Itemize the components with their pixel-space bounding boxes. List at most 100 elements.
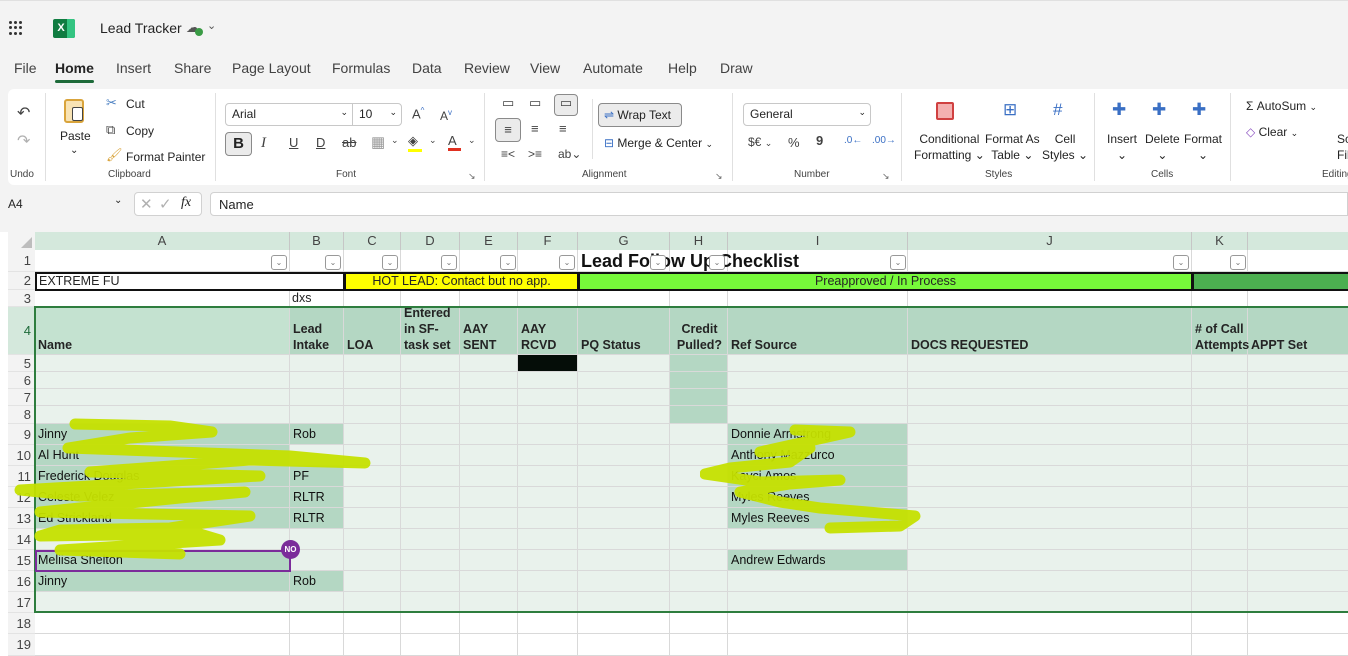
paste-button[interactable]: Paste <box>60 129 91 143</box>
filter-dropdown-icon[interactable]: ⌄ <box>441 255 457 270</box>
cell-c8[interactable] <box>344 406 401 424</box>
spreadsheet-grid[interactable]: ABCDEFGHIJK 1 2 3 4 5 6 7 8 9 10 11 12 13 14 15 16 17 18 1… <box>0 232 1348 656</box>
cell-a14[interactable] <box>35 529 290 550</box>
cell-b11[interactable]: PF <box>290 466 344 487</box>
header-f[interactable]: AAY RCVD <box>521 321 576 353</box>
cell-g13[interactable] <box>578 508 670 529</box>
column-header-d[interactable]: D <box>401 232 460 250</box>
cell-d13[interactable] <box>401 508 460 529</box>
sort-filter-button[interactable]: Sc Fil <box>1337 131 1348 163</box>
tab-share[interactable]: Share <box>174 60 211 76</box>
cell-d10[interactable] <box>401 445 460 466</box>
insert-cells-button[interactable]: Insert ⌄ <box>1107 131 1137 163</box>
format-as-table-button[interactable]: Format As Table ⌄ <box>985 131 1040 163</box>
cell-i14[interactable] <box>728 529 908 550</box>
cell-c17[interactable] <box>344 592 401 613</box>
row-header-4[interactable]: 4 <box>8 307 35 355</box>
cell-d14[interactable] <box>401 529 460 550</box>
cell-h18[interactable] <box>670 613 728 634</box>
cell-d12[interactable] <box>401 487 460 508</box>
shrink-font-icon[interactable]: Av <box>440 108 452 123</box>
paste-icon[interactable] <box>64 99 84 123</box>
header-b[interactable]: Lead Intake <box>293 321 342 353</box>
cell-c9[interactable] <box>344 424 401 445</box>
undo-icon[interactable]: ↶ <box>17 103 30 123</box>
row-header-18[interactable]: 18 <box>8 613 35 634</box>
cut-button[interactable]: Cut <box>126 97 145 111</box>
cell-b12[interactable]: RLTR <box>290 487 344 508</box>
cell-j16[interactable] <box>908 571 1192 592</box>
format-painter-button[interactable]: Format Painter <box>126 150 205 164</box>
column-header-j[interactable]: J <box>908 232 1192 250</box>
row-header-19[interactable]: 19 <box>8 634 35 656</box>
redo-icon[interactable]: ↷ <box>17 131 30 151</box>
cell-a7[interactable] <box>35 389 290 406</box>
cell-f14[interactable] <box>518 529 578 550</box>
filter-dropdown-icon[interactable]: ⌄ <box>890 255 906 270</box>
cell-k13[interactable] <box>1192 508 1248 529</box>
cell-d18[interactable] <box>401 613 460 634</box>
cell-l16[interactable] <box>1248 571 1348 592</box>
cell-l11[interactable] <box>1248 466 1348 487</box>
row-header-15[interactable]: 15 <box>8 550 35 571</box>
cell-c18[interactable] <box>344 613 401 634</box>
paste-chevron-icon[interactable]: ⌄ <box>70 145 78 156</box>
column-header-f[interactable]: F <box>518 232 578 250</box>
cell-b13[interactable]: RLTR <box>290 508 344 529</box>
tab-review[interactable]: Review <box>464 60 510 76</box>
cell-f3[interactable] <box>518 290 578 307</box>
cell-i18[interactable] <box>728 613 908 634</box>
cell-d5[interactable] <box>401 355 460 372</box>
cell-c12[interactable] <box>344 487 401 508</box>
cell-k14[interactable] <box>1192 529 1248 550</box>
number-format-dropdown[interactable]: General ⌄ <box>743 103 871 126</box>
cell-j10[interactable] <box>908 445 1192 466</box>
strikethrough-button[interactable]: ab <box>342 135 356 150</box>
cell-c3[interactable] <box>344 290 401 307</box>
cell-i6[interactable] <box>728 372 908 389</box>
filter-dropdown-icon[interactable]: ⌄ <box>650 255 666 270</box>
decrease-decimal-icon[interactable]: .00→ <box>872 135 896 146</box>
cell-k12[interactable] <box>1192 487 1248 508</box>
cell-e18[interactable] <box>460 613 518 634</box>
cell-f7[interactable] <box>518 389 578 406</box>
cell-f6[interactable] <box>518 372 578 389</box>
cell-l1[interactable] <box>1248 250 1348 272</box>
cancel-icon[interactable]: ✕ <box>140 195 153 213</box>
cell-k18[interactable] <box>1192 613 1248 634</box>
cell-g16[interactable] <box>578 571 670 592</box>
currency-button[interactable]: $€ ⌄ <box>748 135 772 149</box>
cell-k7[interactable] <box>1192 389 1248 406</box>
tab-data[interactable]: Data <box>412 60 442 76</box>
align-center-icon[interactable]: ≡ <box>531 121 539 136</box>
cell-h10[interactable] <box>670 445 728 466</box>
cell-styles-button[interactable]: Cell Styles ⌄ <box>1042 131 1088 163</box>
orientation-icon[interactable]: ab⌄ <box>558 147 581 161</box>
cell-a17[interactable] <box>35 592 290 613</box>
cell-g3[interactable] <box>578 290 670 307</box>
cell-l8[interactable] <box>1248 406 1348 424</box>
cell-c16[interactable] <box>344 571 401 592</box>
row-header-5[interactable]: 5 <box>8 355 35 372</box>
cell-g7[interactable] <box>578 389 670 406</box>
filter-dropdown-icon[interactable]: ⌄ <box>382 255 398 270</box>
cell-g14[interactable] <box>578 529 670 550</box>
cell-k3[interactable] <box>1192 290 1248 307</box>
cell-k5[interactable] <box>1192 355 1248 372</box>
format-cells-button[interactable]: Format ⌄ <box>1184 131 1222 163</box>
cell-a10[interactable]: Al Hunt <box>35 445 290 466</box>
increase-indent-icon[interactable]: >≡ <box>528 147 542 161</box>
header-d[interactable]: Entered in SF-task set <box>404 305 458 353</box>
merge-center-button[interactable]: ⊟ Merge & Center ⌄ <box>604 136 713 150</box>
cell-a19[interactable] <box>35 634 290 656</box>
row-header-6[interactable]: 6 <box>8 372 35 389</box>
cell-b5[interactable] <box>290 355 344 372</box>
header-j[interactable]: DOCS REQUESTED <box>911 337 1190 353</box>
cell-e12[interactable] <box>460 487 518 508</box>
tab-page-layout[interactable]: Page Layout <box>232 60 311 76</box>
cell-c11[interactable] <box>344 466 401 487</box>
cell-l13[interactable] <box>1248 508 1348 529</box>
cell-e19[interactable] <box>460 634 518 656</box>
column-header-e[interactable]: E <box>460 232 518 250</box>
filter-dropdown-icon[interactable]: ⌄ <box>325 255 341 270</box>
